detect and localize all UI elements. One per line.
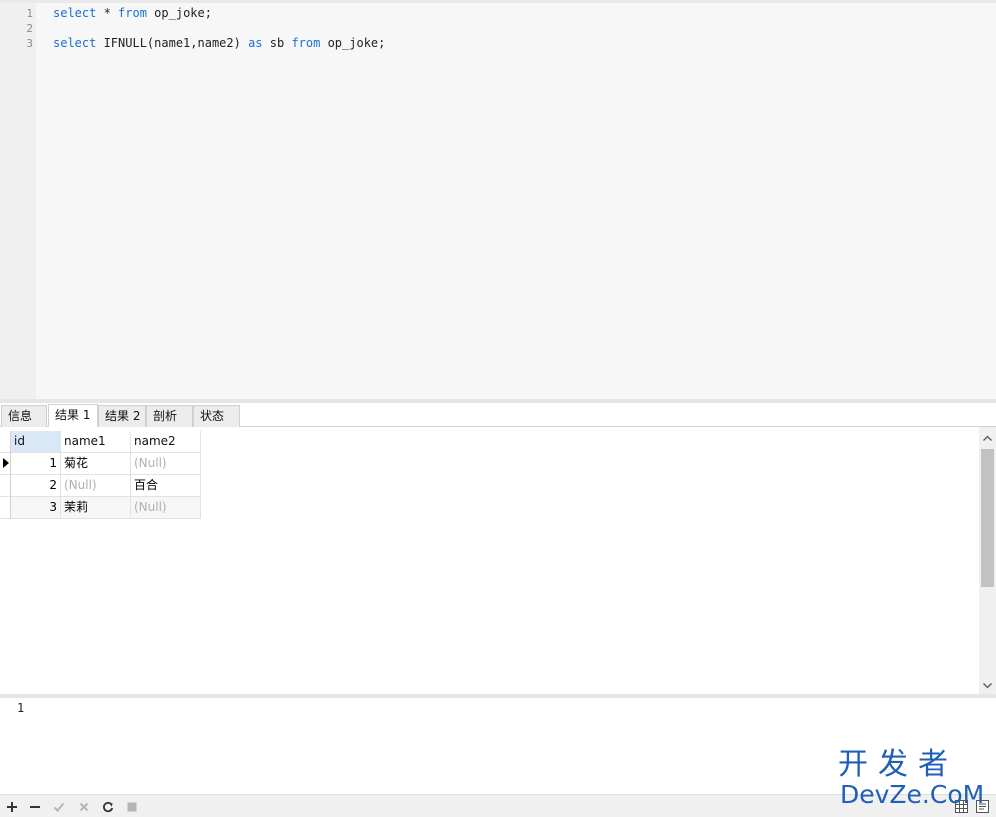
delete-record-button[interactable] [26, 798, 43, 815]
code-line[interactable]: select * from op_joke; [53, 6, 212, 21]
vertical-scrollbar[interactable] [979, 427, 996, 694]
sql-text: IFNULL(name1,name2) [96, 36, 249, 50]
watermark-line-2: DevZe.CoM [840, 780, 985, 809]
sql-text: op_joke; [146, 6, 212, 20]
row-selector[interactable] [0, 497, 11, 519]
sql-keyword: select [53, 6, 97, 20]
table-cell[interactable]: 菊花 [61, 453, 131, 475]
watermark: 开发者 DevZe.CoM [838, 748, 990, 814]
grid-corner [0, 431, 11, 453]
refresh-icon [102, 801, 113, 812]
discard-changes-button[interactable] [75, 798, 92, 815]
code-line[interactable]: select IFNULL(name1,name2) as sb from op… [53, 36, 385, 51]
sql-text: sb [262, 36, 292, 50]
check-icon [53, 802, 64, 812]
tab-result-2[interactable]: 结果 2 [98, 405, 146, 427]
row-selector[interactable] [0, 453, 11, 475]
table-cell[interactable]: (Null) [61, 475, 131, 497]
column-header-name1[interactable]: name1 [61, 431, 131, 453]
sql-text: * [96, 6, 119, 20]
table-cell[interactable]: 2 [11, 475, 61, 497]
sql-text: op_joke; [320, 36, 386, 50]
scrollbar-thumb[interactable] [981, 449, 994, 587]
cross-icon [79, 802, 88, 811]
tab-info[interactable]: 信息 [1, 405, 47, 427]
refresh-button[interactable] [99, 798, 116, 815]
line-number: 2 [26, 22, 33, 35]
column-header-id[interactable]: id [11, 431, 61, 453]
sql-keyword: from [291, 36, 321, 50]
table-cell[interactable]: (Null) [131, 497, 201, 519]
line-number-gutter: 1 2 3 [0, 3, 36, 399]
result-tab-bar: 信息 结果 1 结果 2 剖析 状态 [0, 403, 996, 427]
table-cell[interactable]: 3 [11, 497, 61, 519]
line-number: 1 [26, 7, 33, 20]
watermark-line-1: 开发者 [838, 747, 958, 782]
result-grid[interactable]: id name1 name2 1 菊花 (Null) 2 (Null) 百合 3… [0, 427, 996, 694]
table-cell[interactable]: 茉莉 [61, 497, 131, 519]
row-selector[interactable] [0, 475, 11, 497]
sql-keyword: select [53, 36, 97, 50]
add-record-button[interactable] [3, 798, 20, 815]
line-number: 3 [26, 37, 33, 50]
sql-keyword: from [118, 6, 147, 20]
minus-icon [29, 805, 40, 808]
sql-editor[interactable]: 1 2 3 select * from op_joke; select IFNU… [0, 0, 996, 399]
log-text: 1 [17, 701, 25, 715]
tab-result-1[interactable]: 结果 1 [48, 404, 98, 427]
current-row-pointer-icon [3, 458, 9, 468]
plus-icon [6, 801, 17, 812]
tab-profile[interactable]: 剖析 [146, 405, 193, 427]
stop-icon [127, 802, 136, 811]
sql-keyword: as [248, 36, 263, 50]
scroll-down-icon[interactable] [979, 677, 996, 694]
table-cell[interactable]: 1 [11, 453, 61, 475]
table-cell[interactable]: (Null) [131, 453, 201, 475]
table-cell[interactable]: 百合 [131, 475, 201, 497]
column-header-name2[interactable]: name2 [131, 431, 201, 453]
scroll-up-icon[interactable] [979, 429, 996, 446]
stop-button[interactable] [123, 798, 140, 815]
tab-status[interactable]: 状态 [193, 405, 240, 427]
apply-changes-button[interactable] [50, 798, 67, 815]
